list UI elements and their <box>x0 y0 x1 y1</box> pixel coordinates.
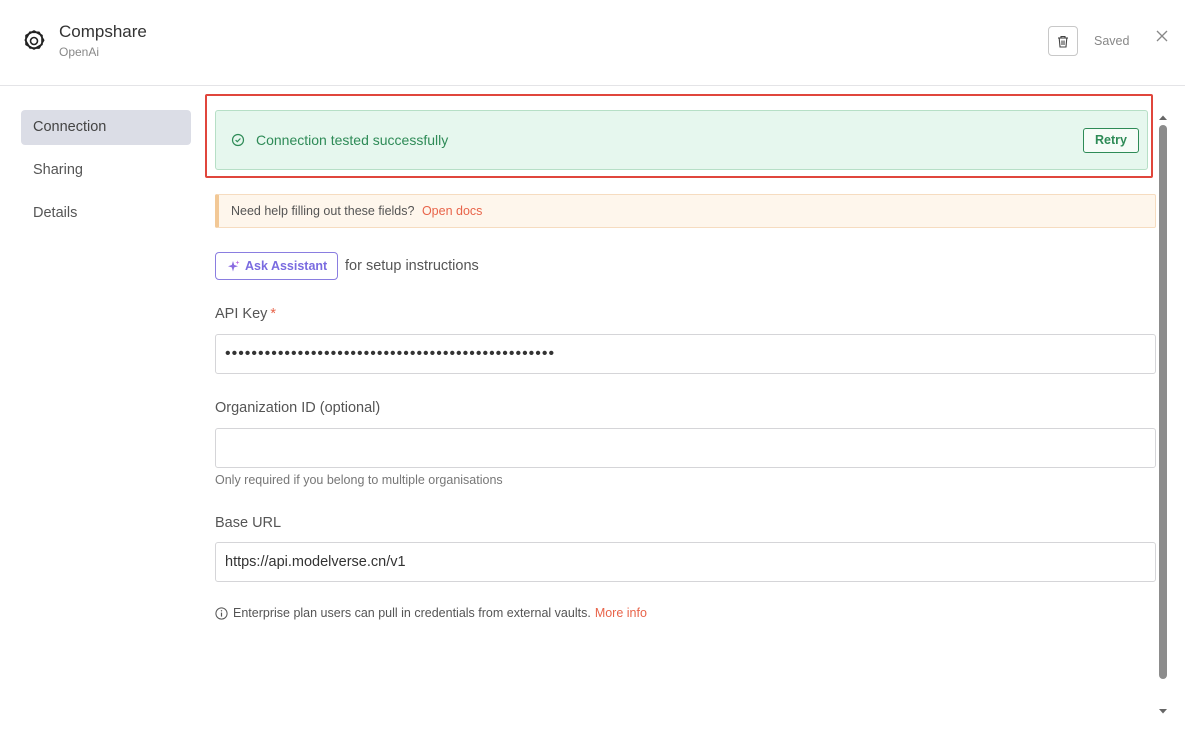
required-mark: * <box>270 306 277 322</box>
scrollbar-thumb[interactable] <box>1159 125 1167 679</box>
ask-assistant-suffix: for setup instructions <box>345 258 479 274</box>
enterprise-note: Enterprise plan users can pull in creden… <box>215 606 647 620</box>
delete-button[interactable] <box>1048 26 1078 56</box>
org-id-input[interactable] <box>215 428 1156 468</box>
sidebar-item-details[interactable]: Details <box>21 196 191 231</box>
close-button[interactable] <box>1154 28 1170 44</box>
success-message: Connection tested successfully <box>256 132 449 148</box>
more-info-link[interactable]: More info <box>595 606 647 620</box>
open-docs-link[interactable]: Open docs <box>422 204 482 218</box>
sparkle-icon <box>228 260 240 271</box>
scroll-up-arrow-icon[interactable] <box>1158 113 1168 123</box>
close-icon <box>1156 30 1168 42</box>
base-url-input[interactable] <box>215 542 1156 582</box>
help-notice-text: Need help filling out these fields? <box>231 204 415 218</box>
credential-title[interactable]: Compshare <box>59 22 147 42</box>
credential-type: OpenAi <box>59 45 100 59</box>
info-icon <box>215 606 228 620</box>
api-key-input[interactable] <box>215 334 1156 374</box>
check-circle-icon <box>231 133 245 147</box>
org-id-hint: Only required if you belong to multiple … <box>215 473 503 487</box>
modal-header: Compshare OpenAi Saved <box>0 0 1185 86</box>
api-key-label: API Key * <box>215 306 276 322</box>
base-url-label: Base URL <box>215 515 282 531</box>
openai-logo-icon <box>24 30 45 50</box>
trash-icon <box>1058 35 1068 48</box>
success-banner: Connection tested successfully Retry <box>215 110 1148 170</box>
ask-assistant-label: Ask Assistant <box>245 259 328 273</box>
scroll-down-arrow-icon[interactable] <box>1158 706 1168 716</box>
enterprise-note-text: Enterprise plan users can pull in creden… <box>233 606 591 620</box>
api-key-label-text: API Key <box>215 306 268 322</box>
save-status: Saved <box>1094 34 1130 48</box>
sidebar-item-sharing[interactable]: Sharing <box>21 153 191 188</box>
retry-button[interactable]: Retry <box>1083 128 1139 153</box>
help-notice: Need help filling out these fields? Open… <box>215 194 1156 228</box>
ask-assistant-button[interactable]: Ask Assistant <box>215 252 338 280</box>
sidebar-item-connection[interactable]: Connection <box>21 110 191 145</box>
org-id-label: Organization ID (optional) <box>215 400 381 416</box>
